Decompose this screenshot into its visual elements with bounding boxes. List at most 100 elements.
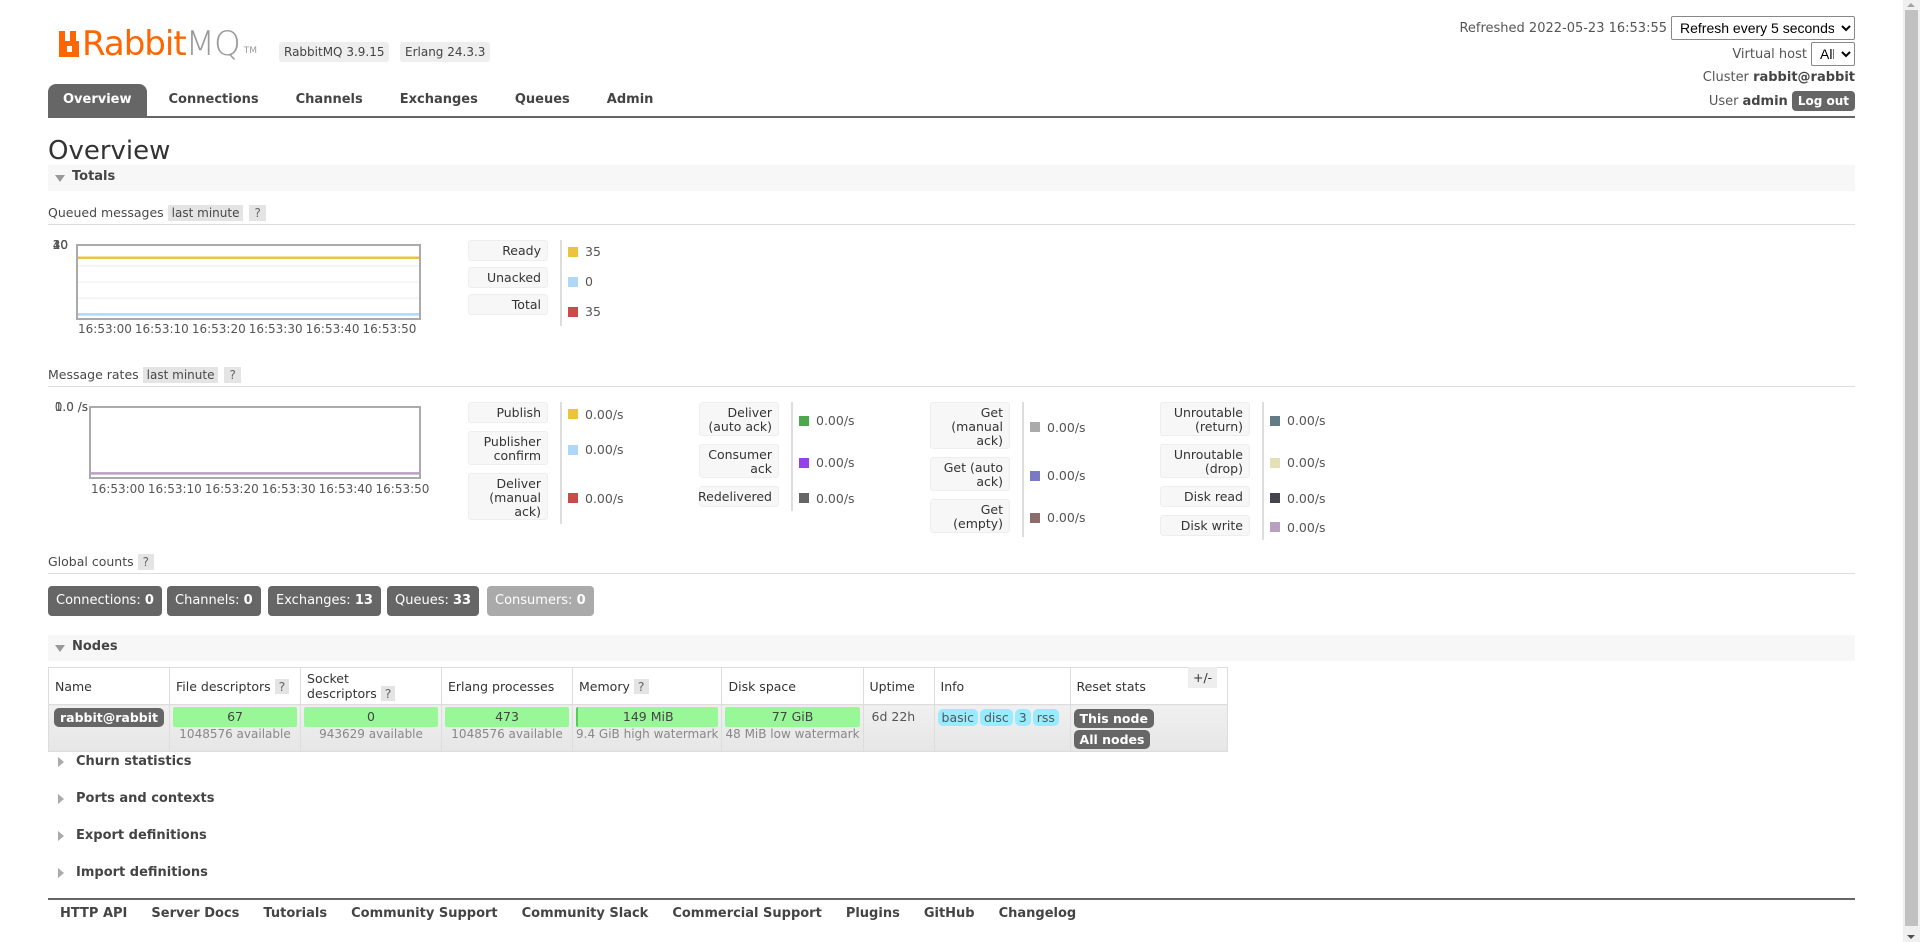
nodes-section-toggle[interactable]: Nodes bbox=[48, 635, 1855, 661]
count-label: Queues: bbox=[395, 593, 449, 608]
cluster-label: Cluster bbox=[1702, 70, 1749, 85]
tab-overview[interactable]: Overview bbox=[48, 84, 147, 116]
erlang-processes-cell: 473 1048576 available bbox=[441, 704, 574, 752]
totals-section-toggle[interactable]: Totals bbox=[48, 165, 1855, 191]
legend-label: Publisher confirm bbox=[468, 431, 548, 465]
consumers-count-button[interactable]: Consumers: 0 bbox=[487, 586, 594, 616]
toggle-columns-button[interactable]: +/- bbox=[1188, 667, 1218, 688]
virtual-host-select[interactable]: All bbox=[1811, 42, 1855, 66]
col-name: Name bbox=[47, 667, 171, 705]
tab-exchanges[interactable]: Exchanges bbox=[379, 84, 494, 116]
footer-link-changelog[interactable]: Changelog bbox=[999, 906, 1077, 921]
vertical-scrollbar[interactable] bbox=[1903, 0, 1920, 942]
legend-value: 35 bbox=[568, 304, 601, 319]
scrollbar-thumb[interactable] bbox=[1905, 10, 1918, 926]
help-icon[interactable]: ? bbox=[633, 678, 649, 694]
queued-messages-legend: Ready Unacked Total 35 0 35 bbox=[468, 240, 668, 330]
scroll-up-arrow-icon[interactable] bbox=[1907, 3, 1915, 7]
legend-swatch bbox=[1270, 493, 1280, 503]
legend-value-text: 0 bbox=[585, 274, 593, 289]
tab-connections[interactable]: Connections bbox=[147, 84, 275, 116]
reset-stats-cell: This node All nodes bbox=[1069, 704, 1228, 752]
reset-this-node-button[interactable]: This node bbox=[1073, 709, 1154, 728]
y-tick-label: 40 bbox=[52, 238, 68, 252]
logo-text: Rabbit bbox=[82, 24, 187, 64]
info-badge: basic bbox=[937, 709, 978, 726]
legend-label-column: Publish Publisher confirm Deliver (manual … bbox=[468, 402, 562, 524]
legend-label: Unroutable (drop) bbox=[1160, 444, 1250, 478]
x-tick-label: 16:53:30 bbox=[261, 482, 316, 496]
footer-link-community-support[interactable]: Community Support bbox=[351, 906, 498, 921]
legend-label: Unroutable (return) bbox=[1160, 402, 1250, 436]
legend-value: 0.00/s bbox=[1270, 520, 1326, 535]
x-tick-label: 16:53:50 bbox=[375, 482, 430, 496]
x-tick-label: 16:53:20 bbox=[191, 322, 246, 336]
collapse-triangle-icon bbox=[55, 645, 65, 652]
churn-statistics-toggle[interactable]: Churn statistics bbox=[48, 754, 192, 769]
message-rates-header: Message rates last minute ? bbox=[48, 367, 1855, 387]
tab-queues[interactable]: Queues bbox=[494, 84, 586, 116]
queued-messages-range[interactable]: last minute bbox=[167, 205, 244, 221]
export-definitions-toggle[interactable]: Export definitions bbox=[48, 828, 207, 843]
disk-space-watermark: 48 MiB low watermark bbox=[725, 727, 860, 741]
footer-link-community-slack[interactable]: Community Slack bbox=[522, 906, 649, 921]
node-name-link[interactable]: rabbit@rabbit bbox=[54, 708, 165, 727]
exchanges-count-button[interactable]: Exchanges: 13 bbox=[268, 586, 381, 616]
x-tick-label: 16:53:20 bbox=[204, 482, 259, 496]
scroll-down-arrow-icon[interactable] bbox=[1907, 935, 1915, 939]
logout-button[interactable]: Log out bbox=[1791, 91, 1855, 111]
global-counts-header: Global counts ? bbox=[48, 554, 1855, 574]
reset-all-nodes-button[interactable]: All nodes bbox=[1073, 730, 1151, 749]
queued-messages-chart bbox=[76, 244, 421, 320]
legend-swatch bbox=[1030, 422, 1040, 432]
message-rates-legend: Publish Publisher confirm Deliver (manual … bbox=[468, 402, 1368, 542]
channels-count-button[interactable]: Channels: 0 bbox=[167, 586, 261, 616]
help-icon[interactable]: ? bbox=[380, 686, 396, 701]
col-socket-descriptors: Socket descriptors? bbox=[300, 667, 443, 705]
legend-label: Deliver (manual ack) bbox=[468, 473, 548, 520]
footer-link-server-docs[interactable]: Server Docs bbox=[151, 906, 239, 921]
socket-descriptors-available: 943629 available bbox=[319, 727, 423, 741]
global-counts-help[interactable]: ? bbox=[137, 554, 155, 570]
queues-count-button[interactable]: Queues: 33 bbox=[387, 586, 480, 616]
legend-label: Unacked bbox=[468, 267, 548, 288]
message-rates-range[interactable]: last minute bbox=[142, 367, 219, 383]
queued-messages-help[interactable]: ? bbox=[249, 205, 266, 221]
legend-value: 0.00/s bbox=[799, 413, 855, 428]
refresh-interval-select[interactable]: Refresh every 5 seconds bbox=[1671, 16, 1855, 40]
memory-watermark: 9.4 GiB high watermark bbox=[576, 727, 719, 741]
footer-link-commercial-support[interactable]: Commercial Support bbox=[672, 906, 822, 921]
footer-link-tutorials[interactable]: Tutorials bbox=[263, 906, 327, 921]
legend-value-text: 35 bbox=[585, 244, 601, 259]
connections-count-button[interactable]: Connections: 0 bbox=[48, 586, 162, 616]
footer-link-github[interactable]: GitHub bbox=[924, 906, 975, 921]
expand-triangle-icon bbox=[58, 793, 64, 804]
count-value: 0 bbox=[144, 593, 154, 608]
erlang-processes-available: 1048576 available bbox=[451, 727, 563, 741]
legend-value-text: 0.00/s bbox=[1287, 455, 1326, 470]
x-tick-label: 16:53:10 bbox=[147, 482, 202, 496]
legend-label-column: Ready Unacked Total bbox=[468, 240, 562, 326]
x-tick-label: 16:53:40 bbox=[305, 322, 360, 336]
logo-text-mq: MQ bbox=[185, 24, 241, 64]
erlang-processes-bar: 473 bbox=[445, 707, 570, 727]
ports-and-contexts-toggle[interactable]: Ports and contexts bbox=[48, 791, 214, 806]
footer-link-plugins[interactable]: Plugins bbox=[846, 906, 900, 921]
footer-link-http-api[interactable]: HTTP API bbox=[60, 906, 127, 921]
collapse-triangle-icon bbox=[55, 175, 65, 182]
tab-channels[interactable]: Channels bbox=[275, 84, 379, 116]
help-icon[interactable]: ? bbox=[274, 678, 290, 694]
disk-space-cell: 77 GiB 48 MiB low watermark bbox=[721, 704, 864, 752]
legend-value: 0 bbox=[568, 274, 593, 289]
legend-value-text: 0.00/s bbox=[816, 490, 855, 506]
message-rates-help[interactable]: ? bbox=[224, 367, 241, 383]
tab-admin[interactable]: Admin bbox=[586, 84, 670, 116]
legend-label: Publish bbox=[468, 402, 548, 423]
page-title: Overview bbox=[48, 136, 171, 166]
section-label: Export definitions bbox=[76, 828, 207, 843]
legend-swatch bbox=[799, 415, 809, 426]
expand-triangle-icon bbox=[58, 756, 64, 767]
import-definitions-toggle[interactable]: Import definitions bbox=[48, 865, 208, 880]
legend-swatch bbox=[568, 493, 578, 503]
legend-swatch bbox=[1030, 470, 1040, 481]
